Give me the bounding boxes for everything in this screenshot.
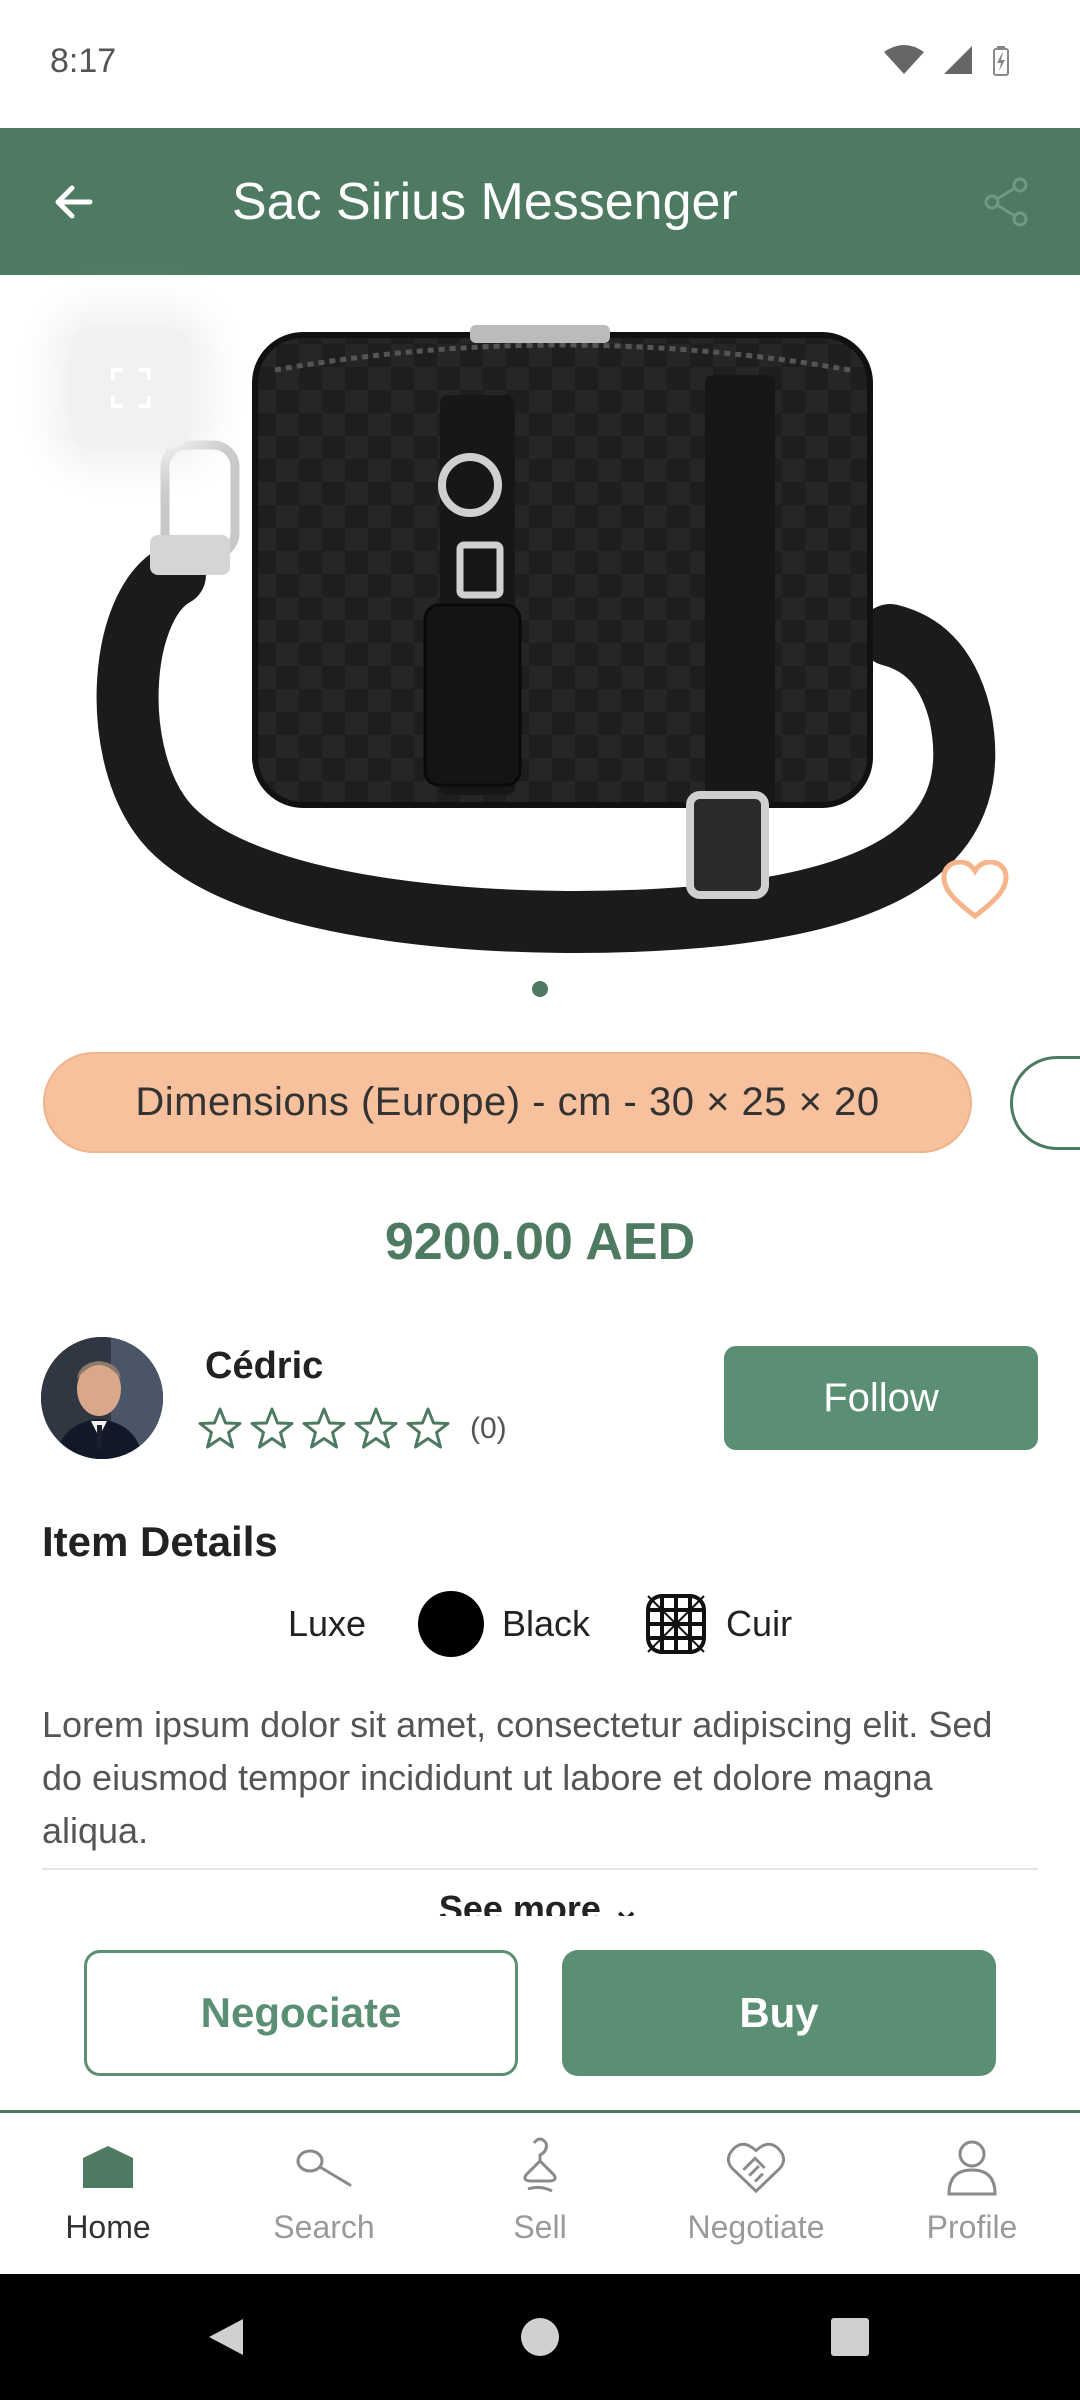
handshake-icon <box>726 2137 786 2197</box>
seller-photo <box>41 1337 163 1459</box>
material-texture-icon <box>646 1594 707 1654</box>
triangle-back-icon <box>209 2319 243 2355</box>
back-button[interactable] <box>40 168 108 236</box>
nav-item-search[interactable]: Search <box>216 2113 432 2274</box>
seller-rating: (0) <box>196 1405 507 1453</box>
system-home-button[interactable] <box>480 2274 600 2400</box>
action-bar: Negociate Buy <box>0 1916 1080 2110</box>
color-swatch <box>418 1591 485 1657</box>
material-label: Cuir <box>726 1603 793 1644</box>
nav-label-sell: Sell <box>513 2209 567 2245</box>
share-button[interactable] <box>972 168 1040 236</box>
search-icon <box>294 2137 354 2197</box>
share-icon <box>984 177 1028 227</box>
star-icon <box>406 1407 450 1449</box>
color-label: Black <box>502 1603 591 1644</box>
rating-count: (0) <box>470 1412 507 1445</box>
nav-item-home[interactable]: Home <box>0 2113 216 2274</box>
nav-label-profile: Profile <box>926 2209 1018 2245</box>
favorite-button[interactable] <box>930 845 1020 935</box>
price: 9200.00 AED <box>384 1213 696 1271</box>
home-icon <box>78 2137 138 2197</box>
seller-name[interactable]: Cédric <box>205 1345 323 1388</box>
circle-home-icon <box>521 2318 559 2356</box>
material-attribute: Cuir <box>642 1590 792 1658</box>
star-icon <box>198 1407 242 1449</box>
bottom-nav: Home Search Sell Negotiate Profile <box>0 2110 1080 2274</box>
nav-label-search: Search <box>273 2209 375 2245</box>
system-nav-bar <box>0 2274 1080 2400</box>
nav-item-negotiate[interactable]: Negotiate <box>648 2113 864 2274</box>
page-title: Sac Sirius Messenger <box>232 173 738 231</box>
follow-button[interactable]: Follow <box>724 1346 1038 1450</box>
app-bar: Sac Sirius Messenger <box>0 128 1080 275</box>
star-icon <box>354 1407 398 1449</box>
arrow-back-icon <box>55 185 93 219</box>
divider <box>42 1868 1038 1870</box>
see-more-link[interactable]: See more ⌄ <box>0 1888 1080 1916</box>
profile-icon <box>942 2137 1002 2197</box>
category-label: Luxe <box>287 1603 367 1644</box>
status-time: 8:17 <box>50 42 117 80</box>
nav-label-negotiate: Negotiate <box>687 2209 825 2245</box>
fullscreen-icon <box>111 368 151 408</box>
category-attribute: Luxe <box>288 1603 366 1645</box>
buy-button[interactable]: Buy <box>562 1950 996 2076</box>
avatar[interactable] <box>41 1337 163 1459</box>
wifi-icon <box>884 45 924 74</box>
system-recents-button[interactable] <box>790 2274 910 2400</box>
nav-item-sell[interactable]: Sell <box>432 2113 648 2274</box>
negotiate-button[interactable]: Negociate <box>84 1950 518 2076</box>
square-recents-icon <box>831 2318 869 2356</box>
item-attributes: Luxe Black Cuir <box>0 1590 1080 1658</box>
dimensions-chip[interactable]: Dimensions (Europe) - cm - 30 × 25 × 20 <box>43 1052 972 1153</box>
status-icons <box>884 44 1010 76</box>
product-image-carousel[interactable] <box>0 275 1080 997</box>
fullscreen-button[interactable] <box>70 327 192 449</box>
nav-item-profile[interactable]: Profile <box>864 2113 1080 2274</box>
status-bar: 8:17 <box>0 0 1080 128</box>
star-icon <box>302 1407 346 1449</box>
carousel-indicator <box>532 981 548 997</box>
signal-icon <box>944 46 972 74</box>
star-icon <box>250 1407 294 1449</box>
color-attribute: Black <box>418 1591 590 1657</box>
nav-label-home: Home <box>65 2209 151 2245</box>
heart-icon <box>941 860 1009 920</box>
item-details-heading: Item Details <box>42 1518 278 1565</box>
system-back-button[interactable] <box>165 2274 285 2400</box>
battery-icon <box>993 46 1009 76</box>
hanger-icon <box>510 2137 570 2197</box>
next-chip[interactable] <box>1010 1056 1080 1150</box>
item-description: Lorem ipsum dolor sit amet, consectetur … <box>42 1704 993 1851</box>
